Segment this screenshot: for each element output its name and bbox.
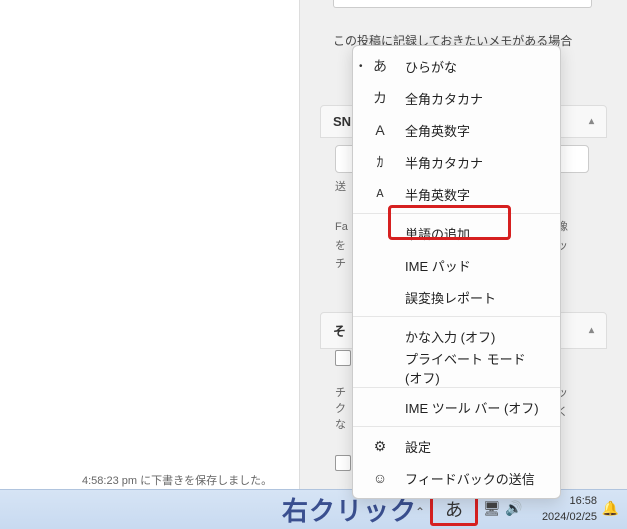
- menu-separator: [353, 387, 560, 388]
- ime-misconversion-report[interactable]: 誤変換レポート: [353, 281, 560, 313]
- collapse-icon: ▴: [589, 116, 594, 127]
- ime-settings[interactable]: ⚙ 設定: [353, 430, 560, 462]
- textarea-bottom-edge[interactable]: [333, 0, 592, 8]
- tray-chevron-icon[interactable]: ⌃: [415, 505, 425, 519]
- tray-device-icon[interactable]: 🖥: [483, 500, 501, 517]
- ime-mode-fullwidth-katakana[interactable]: カ 全角カタカナ: [353, 82, 560, 114]
- collapse-icon: ▴: [589, 325, 594, 336]
- ime-mode-hiragana[interactable]: • あ ひらがな: [353, 50, 560, 82]
- glyph-icon: A: [371, 122, 389, 138]
- panel-sns-label: SN: [333, 114, 351, 129]
- menu-separator: [353, 213, 560, 214]
- left-pane: [0, 0, 300, 489]
- check-dot-icon: •: [359, 61, 363, 72]
- draft-saved-status: 4:58:23 pm に下書きを保存しました。: [82, 472, 272, 488]
- notification-bell-icon[interactable]: 🔔: [602, 500, 619, 517]
- ime-context-menu: • あ ひらがな カ 全角カタカナ A 全角英数字 ｶ 半角カタカナ A 半角英…: [352, 45, 561, 499]
- glyph-icon: ｶ: [371, 152, 389, 172]
- gear-icon: ⚙: [371, 438, 389, 455]
- ime-add-word[interactable]: 単語の追加: [353, 217, 560, 249]
- ime-toolbar[interactable]: IME ツール バー (オフ): [353, 391, 560, 423]
- checkbox-row-2-text: チ ク な: [335, 384, 346, 432]
- glyph-icon: A: [371, 187, 389, 201]
- glyph-icon: あ: [371, 56, 389, 76]
- clock-date: 2024/02/25: [542, 510, 597, 525]
- menu-separator: [353, 316, 560, 317]
- checkbox-row-3[interactable]: [335, 455, 351, 471]
- checkbox-row-1[interactable]: [335, 350, 351, 366]
- tray-volume-icon[interactable]: 🔊: [505, 500, 522, 517]
- ime-pad[interactable]: IME パッド: [353, 249, 560, 281]
- glyph-icon: カ: [371, 88, 389, 108]
- feedback-icon: ☺: [371, 470, 389, 486]
- panel-other-label: そ: [333, 321, 346, 340]
- ime-mode-fullwidth-alphanum[interactable]: A 全角英数字: [353, 114, 560, 146]
- checkbox-icon[interactable]: [335, 350, 351, 366]
- ime-send-feedback[interactable]: ☺ フィードバックの送信: [353, 462, 560, 494]
- ime-mode-halfwidth-alphanum[interactable]: A 半角英数字: [353, 178, 560, 210]
- ime-mode-halfwidth-katakana[interactable]: ｶ 半角カタカナ: [353, 146, 560, 178]
- checkbox-icon[interactable]: [335, 455, 351, 471]
- ime-indicator-char: あ: [445, 496, 463, 522]
- ime-kana-input[interactable]: かな入力 (オフ): [353, 320, 560, 352]
- menu-separator: [353, 426, 560, 427]
- ime-private-mode[interactable]: プライベート モード (オフ): [353, 352, 560, 384]
